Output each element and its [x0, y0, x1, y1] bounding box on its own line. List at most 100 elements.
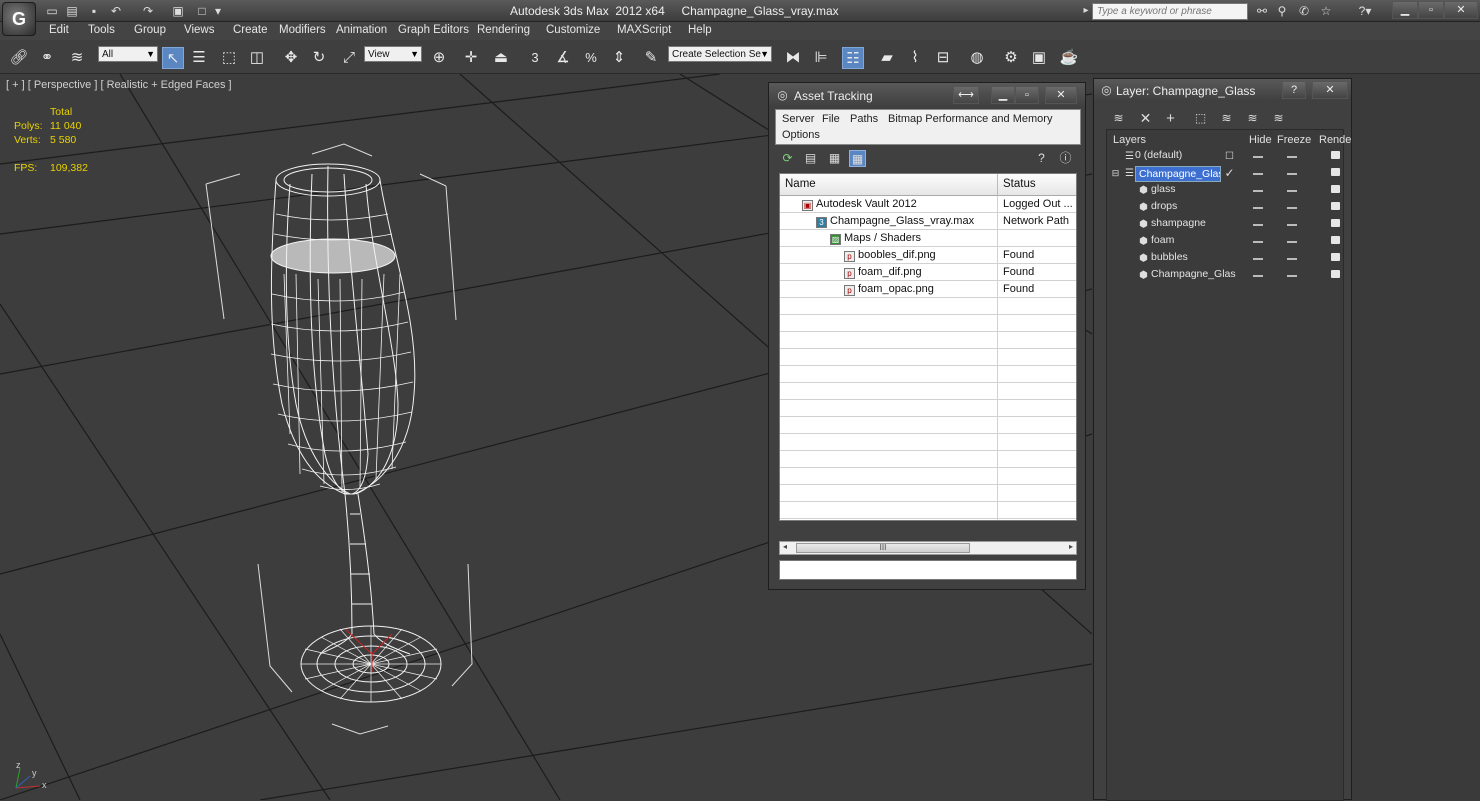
refresh-icon[interactable]: ⟳	[779, 150, 796, 167]
hide-toggle[interactable]	[1253, 241, 1263, 243]
menu-modifiers[interactable]: Modifiers	[279, 24, 326, 36]
layer-name[interactable]: foam	[1151, 234, 1174, 246]
asset-row[interactable]: 3 Champagne_Glass_vray.max Network Path	[780, 213, 1076, 230]
percent-snap-icon[interactable]: %	[580, 47, 602, 69]
layer-row[interactable]: ⬢ glass	[1107, 182, 1343, 199]
asset-row[interactable]: ▨ Maps / Shaders	[780, 230, 1076, 247]
asset-help-icon[interactable]: ?	[1033, 150, 1050, 167]
freeze-toggle[interactable]	[1287, 241, 1297, 243]
asset-minimize-button[interactable]: ▁	[991, 86, 1015, 104]
render-teapot-icon[interactable]	[1331, 185, 1340, 193]
freeze-toggle[interactable]	[1287, 275, 1297, 277]
layer-close-button[interactable]: ✕	[1312, 81, 1348, 99]
menu-edit[interactable]: Edit	[49, 24, 69, 36]
delete-layer-icon[interactable]: ✕	[1137, 110, 1154, 127]
render-teapot-icon[interactable]	[1331, 270, 1340, 278]
hide-toggle[interactable]	[1253, 156, 1263, 158]
layer-row[interactable]: ⬢ shampagne	[1107, 216, 1343, 233]
hide-toggle[interactable]	[1253, 258, 1263, 260]
mirror-icon[interactable]: ⧓	[782, 47, 804, 69]
open-file-icon[interactable]: ▤	[64, 3, 80, 19]
render-teapot-icon[interactable]	[1331, 253, 1340, 261]
render-teapot-icon[interactable]	[1331, 236, 1340, 244]
scale-icon[interactable]: ⤢	[338, 47, 360, 69]
rotate-icon[interactable]: ↻	[308, 47, 330, 69]
redo-icon[interactable]: ↷	[140, 3, 156, 19]
named-selection-set-dropdown[interactable]: Create Selection Se ▼	[668, 46, 772, 62]
layer-row[interactable]: ⬢ bubbles	[1107, 250, 1343, 267]
layer-name[interactable]: shampagne	[1151, 217, 1206, 229]
close-button[interactable]: ✕	[1444, 1, 1478, 19]
asset-close-button[interactable]: ✕	[1045, 86, 1077, 104]
highlight-layer-icon[interactable]: ≋	[1218, 110, 1235, 127]
layer-name[interactable]: glass	[1151, 183, 1176, 195]
layer-name[interactable]: 0 (default)	[1135, 149, 1182, 161]
freeze-toggle[interactable]	[1287, 173, 1297, 175]
hide-toggle[interactable]	[1253, 224, 1263, 226]
freeze-toggle[interactable]	[1287, 190, 1297, 192]
menu-animation[interactable]: Animation	[336, 24, 387, 36]
table-view-icon[interactable]: ▦	[849, 150, 866, 167]
layer-row[interactable]: ⬢ foam	[1107, 233, 1343, 250]
freeze-toggle[interactable]	[1287, 156, 1297, 158]
maximize-button[interactable]: ▫	[1418, 1, 1444, 19]
asset-row[interactable]: ▣ Autodesk Vault 2012 Logged Out ...	[780, 196, 1076, 213]
thumbnail-view-icon[interactable]: ▦	[826, 150, 843, 167]
layer-name[interactable]: drops	[1151, 200, 1177, 212]
asset-tracking-titlebar[interactable]: ◎ Asset Tracking ⟷ ▁ ▫ ✕	[769, 83, 1085, 107]
menu-views[interactable]: Views	[184, 24, 214, 36]
undo-icon[interactable]: ↶	[108, 3, 124, 19]
column-header-name[interactable]: Name	[780, 174, 998, 196]
asset-dock-icon[interactable]: ⟷	[953, 86, 979, 104]
add-to-layer-icon[interactable]: +	[1162, 110, 1179, 127]
favorites-star-icon[interactable]: ☆	[1318, 3, 1334, 19]
reference-coord-dropdown[interactable]: View ▼	[364, 46, 422, 62]
layer-row[interactable]: ☰ Champagne_Glass ⊟ ✓	[1107, 165, 1343, 182]
workspace-icon[interactable]: □	[194, 3, 210, 19]
help-icon[interactable]: ?▾	[1350, 3, 1380, 19]
asset-menu-server[interactable]: Server	[782, 113, 814, 125]
collapse-icon[interactable]: ⊟	[1107, 165, 1124, 182]
menu-rendering[interactable]: Rendering	[477, 24, 530, 36]
selection-filter-dropdown[interactable]: All ▼	[98, 46, 158, 62]
asset-horizontal-scrollbar[interactable]: ◂ III ▸	[779, 541, 1077, 555]
hide-all-layers-icon[interactable]: ≋	[1244, 110, 1261, 127]
move-icon[interactable]: ✥	[280, 47, 302, 69]
layer-row[interactable]: ⬢ drops	[1107, 199, 1343, 216]
scroll-right-icon[interactable]: ▸	[1069, 542, 1073, 551]
render-teapot-icon[interactable]: ☕	[1058, 47, 1080, 69]
asset-maximize-button[interactable]: ▫	[1015, 86, 1039, 104]
hide-toggle[interactable]	[1253, 275, 1263, 277]
asset-row[interactable]: p boobles_dif.png Found	[780, 247, 1076, 264]
render-teapot-icon[interactable]	[1331, 202, 1340, 210]
menu-customize[interactable]: Customize	[546, 24, 600, 36]
hide-toggle[interactable]	[1253, 173, 1263, 175]
asset-path-field[interactable]	[779, 560, 1077, 580]
set-current-layer-icon[interactable]: ☐	[1221, 148, 1238, 165]
layer-help-button[interactable]: ?	[1282, 81, 1306, 99]
unlink-icon[interactable]: ⚭	[36, 47, 58, 69]
viewport-label[interactable]: [ + ] [ Perspective ] [ Realistic + Edge…	[6, 79, 232, 91]
angle-snap-icon[interactable]: ∡	[552, 47, 574, 69]
link-icon[interactable]: 🔗︎	[8, 47, 30, 69]
hide-toggle[interactable]	[1253, 190, 1263, 192]
graphite-tools-icon[interactable]: ▰	[876, 47, 898, 69]
menu-tools[interactable]: Tools	[88, 24, 115, 36]
communication-icon[interactable]: ✆	[1296, 3, 1312, 19]
layer-name[interactable]: bubbles	[1151, 251, 1188, 263]
keyboard-shortcut-icon[interactable]: ⏏	[490, 47, 512, 69]
layer-titlebar[interactable]: ◎ Layer: Champagne_Glass ? ✕	[1094, 79, 1351, 101]
select-by-name-icon[interactable]: ☰	[188, 47, 210, 69]
project-folder-icon[interactable]: ▣	[170, 3, 186, 19]
asset-row[interactable]: p foam_opac.png Found	[780, 281, 1076, 298]
asset-menu-file[interactable]: File	[822, 113, 840, 125]
align-icon[interactable]: ⊫	[810, 47, 832, 69]
menu-create[interactable]: Create	[233, 24, 268, 36]
subscription-icon[interactable]: ⚲	[1274, 3, 1290, 19]
column-header-status[interactable]: Status	[998, 174, 1076, 196]
layer-row[interactable]: ☰ 0 (default) ☐	[1107, 148, 1343, 165]
list-view-icon[interactable]: ▤	[802, 150, 819, 167]
layer-row[interactable]: ⬢ Champagne_Glas	[1107, 267, 1343, 284]
layer-column-freeze[interactable]: Freeze	[1277, 134, 1311, 146]
render-teapot-icon[interactable]	[1331, 219, 1340, 227]
